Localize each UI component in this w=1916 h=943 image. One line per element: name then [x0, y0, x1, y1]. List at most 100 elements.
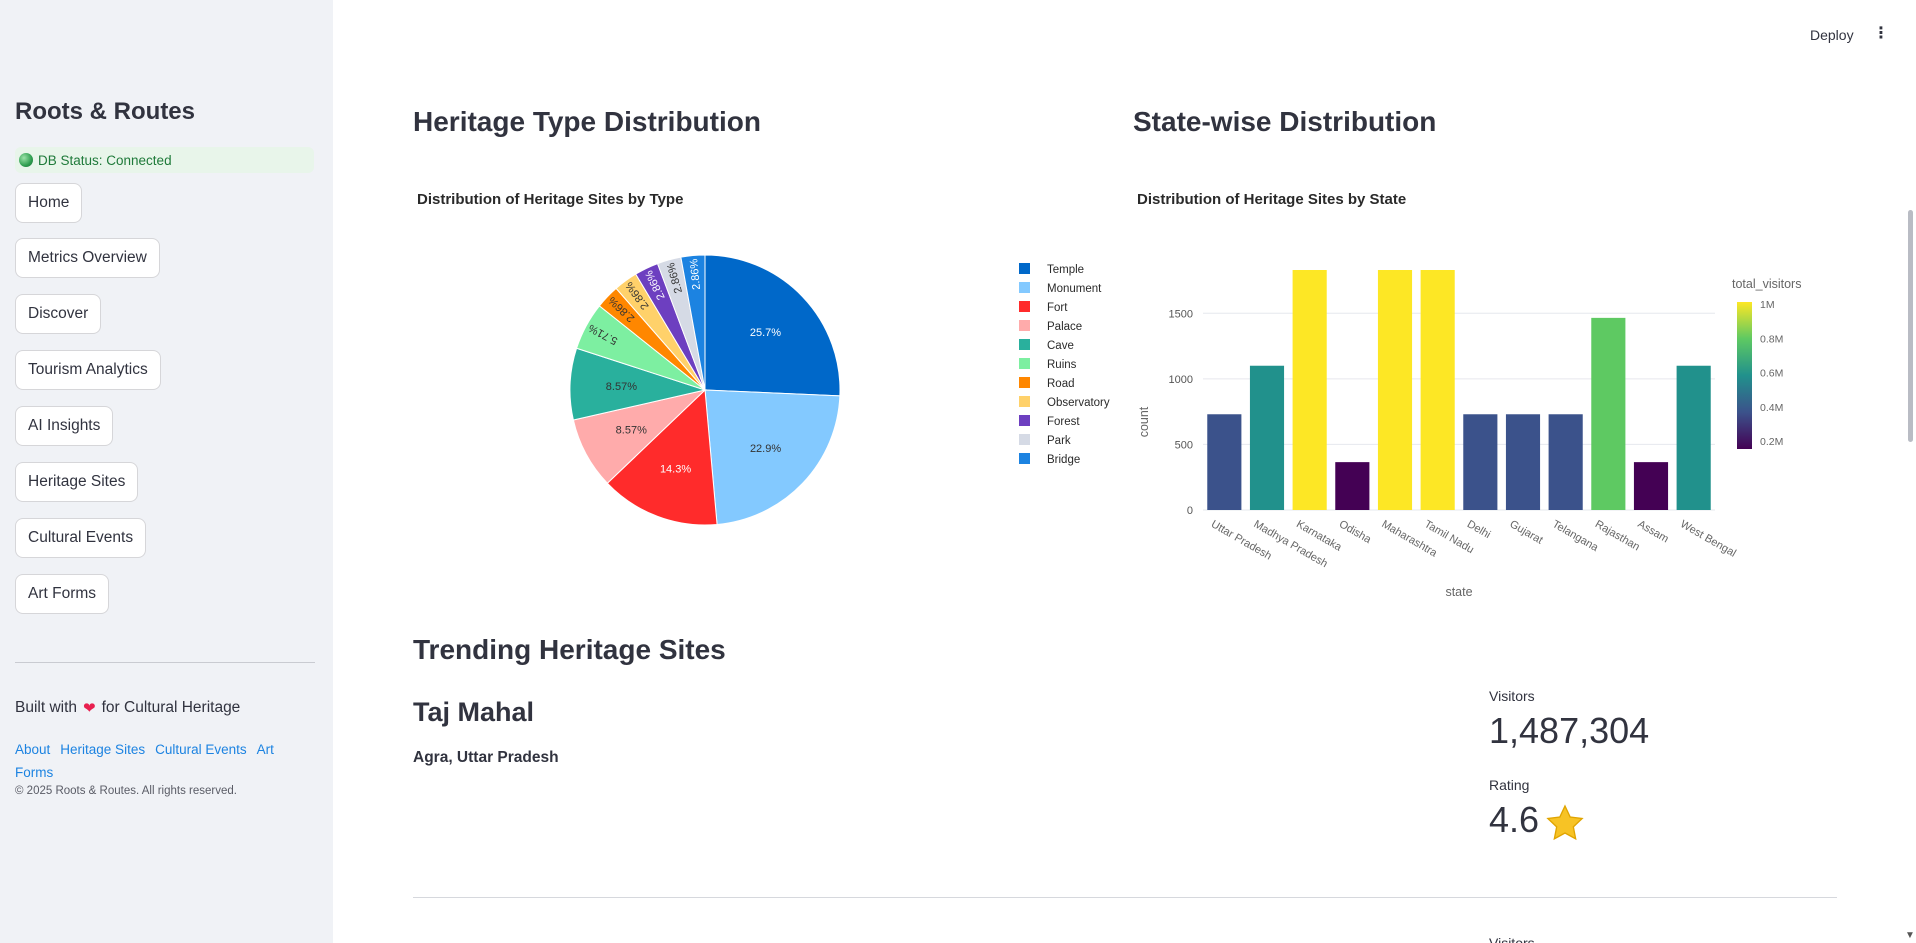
bar-chart: 050010001500Uttar PradeshMadhya PradeshK… [1137, 270, 1801, 599]
bar-west-bengal[interactable] [1676, 365, 1711, 510]
y-tick-label: 1500 [1169, 308, 1193, 320]
legend-label[interactable]: Park [1047, 435, 1071, 447]
db-status-badge: DB Status: Connected [15, 147, 314, 173]
scroll-down-arrow-icon[interactable]: ▼ [1905, 930, 1915, 941]
pie-slice-label: 14.3% [660, 463, 691, 475]
rating-label: Rating [1489, 777, 1530, 793]
legend-label[interactable]: Forest [1047, 416, 1080, 428]
footer-link-cultural-events[interactable]: Cultural Events [155, 742, 247, 757]
pie-slice-label: 8.57% [616, 425, 647, 437]
db-status-text: DB Status: Connected [38, 152, 172, 168]
legend-swatch[interactable] [1019, 415, 1030, 426]
legend-swatch[interactable] [1019, 263, 1030, 274]
copyright-text: © 2025 Roots & Routes. All rights reserv… [15, 785, 237, 797]
built-with-prefix: Built with [15, 699, 78, 716]
legend-swatch[interactable] [1019, 301, 1030, 312]
scrollbar[interactable] [1906, 0, 1916, 943]
legend-swatch[interactable] [1019, 434, 1030, 445]
heritage-type-title: Heritage Type Distribution [413, 106, 761, 137]
legend-swatch[interactable] [1019, 396, 1030, 407]
legend-label[interactable]: Cave [1047, 340, 1074, 352]
star-icon [1546, 804, 1584, 841]
bar-maharashtra[interactable] [1377, 270, 1413, 510]
site-location: Agra, Uttar Pradesh [413, 749, 559, 766]
colorbar-tick-label: 0.6M [1760, 368, 1783, 380]
legend-swatch[interactable] [1019, 453, 1030, 464]
bar-telangana[interactable] [1548, 414, 1583, 510]
built-with-suffix: for Cultural Heritage [101, 699, 241, 716]
nav-art-forms-button[interactable]: Art Forms [15, 574, 110, 614]
legend-label[interactable]: Palace [1047, 321, 1082, 333]
colorbar-tick-label: 1M [1760, 299, 1775, 311]
nav-home-button[interactable]: Home [15, 183, 83, 223]
nav-cultural-events-button[interactable]: Cultural Events [15, 518, 147, 558]
legend-label[interactable]: Fort [1047, 302, 1068, 314]
x-tick-label: Telangana [1550, 518, 1601, 554]
legend-label[interactable]: Bridge [1047, 454, 1080, 466]
legend-label[interactable]: Monument [1047, 283, 1102, 295]
legend-swatch[interactable] [1019, 377, 1030, 388]
pie-slice-monument[interactable] [704, 389, 841, 526]
more-vertical-icon[interactable]: ⋮ [1873, 26, 1889, 42]
x-tick-label: Madhya Pradesh [1252, 518, 1330, 570]
pie-chart-title: Distribution of Heritage Sites by Type [417, 191, 684, 208]
legend-swatch[interactable] [1019, 358, 1030, 369]
y-tick-label: 0 [1187, 505, 1193, 517]
legend-label[interactable]: Ruins [1047, 359, 1077, 371]
bar-karnataka[interactable] [1292, 270, 1327, 510]
sidebar: Roots & Routes DB Status: Connected Home… [0, 0, 333, 943]
colorbar-tick-label: 0.4M [1760, 402, 1783, 414]
state-wise-title: State-wise Distribution [1133, 106, 1437, 137]
app-title: Roots & Routes [15, 98, 195, 125]
sidebar-divider [15, 662, 315, 663]
legend-swatch[interactable] [1019, 282, 1030, 293]
nav-tourism-analytics-button[interactable]: Tourism Analytics [15, 350, 161, 390]
bar-rajasthan[interactable] [1591, 317, 1626, 510]
bar-chart-title: Distribution of Heritage Sites by State [1137, 191, 1407, 208]
bar-gujarat[interactable] [1505, 414, 1541, 510]
pie-chart: 25.7%22.9%14.3%8.57%8.57%5.71%2.86%2.86%… [569, 254, 841, 526]
x-tick-label: Delhi [1465, 518, 1493, 541]
bar-tamil-nadu[interactable] [1420, 270, 1455, 510]
deploy-button[interactable]: Deploy [1810, 27, 1854, 43]
visitors-label: Visitors [1489, 688, 1535, 704]
bar-madhya-pradesh[interactable] [1249, 365, 1285, 510]
bar-uttar-pradesh[interactable] [1207, 414, 1242, 510]
pie-slice-label: 25.7% [750, 327, 781, 339]
divider [413, 897, 1837, 898]
nav-metrics-overview-button[interactable]: Metrics Overview [15, 238, 160, 278]
built-with-text: Built with ❤ for Cultural Heritage [15, 699, 240, 717]
pie-slice-temple[interactable] [704, 254, 841, 397]
bar-odisha[interactable] [1335, 462, 1370, 510]
y-tick-label: 500 [1175, 439, 1193, 451]
legend-swatch[interactable] [1019, 339, 1030, 350]
x-tick-label: West Bengal [1678, 518, 1738, 559]
colorbar-title: total_visitors [1732, 277, 1801, 291]
bar-assam[interactable] [1633, 462, 1669, 510]
bar-delhi[interactable] [1463, 414, 1498, 510]
nav-discover-button[interactable]: Discover [15, 294, 102, 334]
trending-title: Trending Heritage Sites [413, 634, 726, 665]
legend-label[interactable]: Road [1047, 378, 1075, 390]
rating-value: 4.6 [1489, 799, 1540, 840]
legend-label[interactable]: Observatory [1047, 397, 1110, 409]
scrollbar-thumb[interactable] [1908, 210, 1913, 442]
site-name: Taj Mahal [413, 697, 535, 727]
pie-slice-label: 22.9% [750, 443, 781, 455]
nav-heritage-sites-button[interactable]: Heritage Sites [15, 462, 139, 502]
footer-link-about[interactable]: About [15, 742, 50, 757]
next-visitors-label: Visitors [1489, 935, 1535, 943]
visitors-value: 1,487,304 [1489, 710, 1650, 751]
x-axis-label: state [1445, 585, 1472, 599]
legend-label[interactable]: Temple [1047, 264, 1084, 276]
colorbar-tick-label: 0.2M [1760, 436, 1783, 448]
status-dot-icon [19, 153, 33, 167]
legend-swatch[interactable] [1019, 320, 1030, 331]
pie-slice-label: 8.57% [606, 381, 637, 393]
footer-link-heritage-sites[interactable]: Heritage Sites [60, 742, 145, 757]
pie-legend: Temple Monument Fort Palace Cave Ruins Road Obs… [1019, 263, 1110, 466]
colorbar [1737, 302, 1752, 449]
nav-ai-insights-button[interactable]: AI Insights [15, 406, 114, 446]
y-tick-label: 1000 [1169, 374, 1193, 386]
x-tick-label: Rajasthan [1593, 518, 1642, 553]
